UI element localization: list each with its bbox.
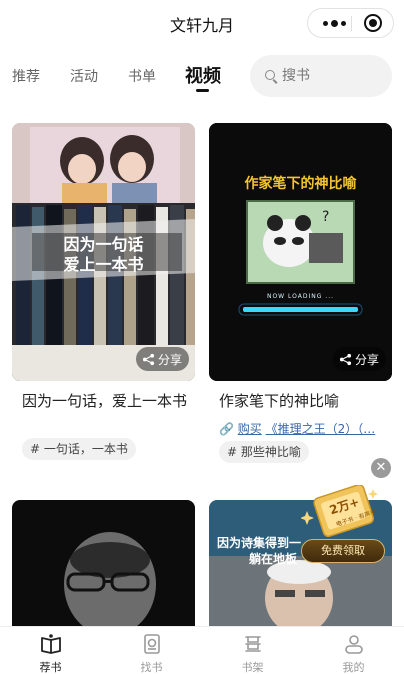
- thumbnail-caption: 因为诗集得到一: [217, 536, 302, 550]
- search-input[interactable]: [282, 65, 382, 87]
- nav-label: 荐书: [39, 661, 62, 674]
- cartoon-panda-image: ?: [209, 123, 392, 381]
- title-bar: 文轩九月: [0, 0, 404, 46]
- user-icon: [345, 635, 363, 654]
- topic-tag[interactable]: # 一句话，一本书: [22, 438, 136, 460]
- card-title[interactable]: 因为一句话，爱上一本书: [22, 390, 188, 412]
- free-coupon-promo[interactable]: 2万+ 电子书 · 有声书 免费领取: [300, 484, 385, 565]
- buy-book-title: 《推理之王（2）（…: [265, 422, 376, 436]
- thumbnail-caption: 爱上一本书: [63, 255, 144, 274]
- search-box[interactable]: [250, 55, 392, 97]
- link-icon: 🔗: [219, 422, 234, 436]
- loading-text: NOW LOADING ...: [266, 293, 335, 300]
- nav-item-find-book[interactable]: 找书: [101, 627, 202, 674]
- bottom-navigation: 荐书 找书 书架 我的: [0, 626, 404, 674]
- claim-free-button[interactable]: 免费领取: [301, 539, 385, 563]
- thumbnail-caption: 作家笔下的神比喻: [244, 176, 357, 192]
- open-book-icon: [41, 634, 61, 654]
- search-book-icon: [144, 634, 160, 654]
- tab-booklist[interactable]: 书单: [128, 66, 156, 86]
- video-card[interactable]: 因为一句话 爱上一本书 分享 因为一句话，爱上一本书 # 一句话，一本书: [12, 123, 195, 463]
- close-promo-button[interactable]: ✕: [371, 458, 391, 478]
- nav-label: 我的: [342, 661, 365, 674]
- video-card[interactable]: ? 作家笔下的神比喻 NOW LOADING ... 分享 作家笔下的神比喻 🔗…: [209, 123, 392, 463]
- close-mini-program-icon[interactable]: [364, 14, 382, 32]
- share-icon: [339, 353, 352, 365]
- video-thumbnail[interactable]: ? 作家笔下的神比喻 NOW LOADING ... 分享: [209, 123, 392, 381]
- share-button[interactable]: 分享: [332, 347, 386, 371]
- nav-label: 书架: [241, 661, 264, 674]
- buy-book-link[interactable]: 🔗 购买 《推理之王（2）（…: [219, 420, 389, 437]
- bookshelf-icon: [245, 636, 261, 652]
- nav-item-bookshelf[interactable]: 书架: [202, 627, 303, 674]
- mini-program-capsule: [307, 8, 394, 38]
- more-menu-icon[interactable]: [317, 9, 351, 37]
- tab-recommend[interactable]: 推荐: [12, 66, 40, 86]
- share-icon: [142, 353, 155, 365]
- active-tab-indicator: [196, 89, 209, 92]
- share-button[interactable]: 分享: [135, 347, 189, 371]
- thumbnail-caption: 躺在地板: [249, 552, 298, 566]
- video-thumbnail[interactable]: 因为一句话 爱上一本书 分享: [12, 123, 195, 381]
- video-card[interactable]: [12, 500, 195, 626]
- video-thumbnail[interactable]: [12, 500, 195, 626]
- tab-video[interactable]: 视频: [185, 62, 221, 88]
- card-title[interactable]: 作家笔下的神比喻: [219, 390, 385, 412]
- nav-item-mine[interactable]: 我的: [303, 627, 404, 674]
- portrait-image: [12, 500, 195, 626]
- share-label: 分享: [354, 352, 379, 367]
- tab-activity[interactable]: 活动: [70, 66, 98, 86]
- search-icon: [265, 70, 275, 80]
- nav-item-recommend[interactable]: 荐书: [0, 627, 101, 674]
- svg-text:?: ?: [322, 209, 329, 225]
- share-label: 分享: [157, 352, 182, 367]
- topic-tag[interactable]: # 那些神比喻: [219, 441, 309, 463]
- buy-prefix: 购买: [237, 422, 262, 436]
- nav-label: 找书: [140, 661, 163, 674]
- thumbnail-caption: 因为一句话: [63, 235, 144, 254]
- capsule-divider: [351, 16, 352, 31]
